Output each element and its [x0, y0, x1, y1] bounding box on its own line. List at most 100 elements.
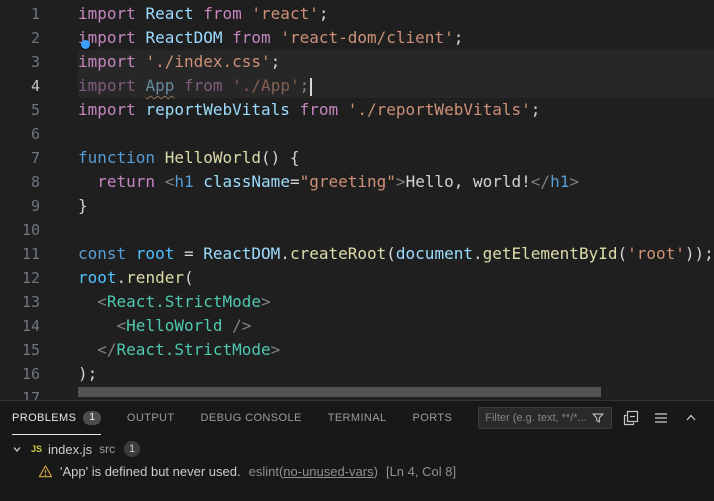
code-token: createRoot: [290, 244, 386, 263]
code-token: Hello, world!: [406, 172, 531, 191]
tab-ports-label: PORTS: [413, 412, 453, 424]
file-problem-count-badge: 1: [124, 441, 140, 457]
code-token: </: [531, 172, 550, 191]
bottom-panel: PROBLEMS 1 OUTPUT DEBUG CONSOLE TERMINAL…: [0, 400, 714, 501]
code-token: ;: [531, 100, 541, 119]
warning-icon: [38, 464, 53, 479]
code-token: React.StrictMode: [117, 340, 271, 359]
filter-icon[interactable]: [589, 409, 607, 427]
code-token: root: [78, 268, 117, 287]
editor-scroll-area: 1234567891011121314151617 import React f…: [0, 0, 714, 400]
tab-output[interactable]: OUTPUT: [127, 401, 175, 435]
code-line[interactable]: <React.StrictMode>: [78, 290, 714, 314]
code-token: >: [396, 172, 406, 191]
line-number: 5: [0, 98, 78, 122]
code-line[interactable]: import App from './App';: [78, 74, 714, 98]
code-line[interactable]: root.render(: [78, 266, 714, 290]
code-token: HelloWorld: [126, 316, 232, 335]
code-token: <: [97, 292, 107, 311]
code-line[interactable]: import React from 'react';: [78, 2, 714, 26]
code-token: import: [78, 52, 145, 71]
code-token: './App': [232, 76, 299, 95]
code-token: >: [271, 340, 281, 359]
horizontal-scrollbar[interactable]: [78, 387, 601, 397]
code-line[interactable]: <HelloWorld />: [78, 314, 714, 338]
code-line[interactable]: import reportWebVitals from './reportWeb…: [78, 98, 714, 122]
maximize-panel-icon[interactable]: [682, 409, 700, 427]
code-line[interactable]: }: [78, 194, 714, 218]
tab-output-label: OUTPUT: [127, 412, 175, 424]
problems-filter-input[interactable]: [485, 412, 589, 424]
problem-source: eslint(no-unused-vars): [249, 464, 378, 479]
code-token: const: [78, 244, 136, 263]
code-token: );: [78, 364, 97, 383]
problem-location: [Ln 4, Col 8]: [386, 464, 456, 479]
text-cursor: [310, 78, 312, 96]
code-editor[interactable]: 1234567891011121314151617 import React f…: [0, 0, 714, 400]
problem-source-prefix: eslint(: [249, 464, 284, 479]
code-line[interactable]: </React.StrictMode>: [78, 338, 714, 362]
code-token: getElementById: [483, 244, 618, 263]
code-token: h1: [174, 172, 193, 191]
code-line[interactable]: import './index.css';: [78, 50, 714, 74]
code-token: import: [78, 76, 145, 95]
code-token: ReactDOM: [145, 28, 232, 47]
tab-problems[interactable]: PROBLEMS 1: [12, 401, 101, 435]
code-token: './reportWebVitals': [348, 100, 531, 119]
line-number: 13: [0, 290, 78, 314]
js-file-icon: JS: [31, 444, 42, 454]
problems-file-group[interactable]: JS index.js src 1: [0, 438, 714, 460]
line-number: 3: [0, 50, 78, 74]
code-token: ReactDOM: [203, 244, 280, 263]
code-token: ));: [685, 244, 714, 263]
code-token: return: [97, 172, 164, 191]
tab-terminal-label: TERMINAL: [328, 412, 387, 424]
code-token: ;: [271, 52, 281, 71]
line-number: 17: [0, 386, 78, 400]
problems-list: JS index.js src 1 'App' is defined but n…: [0, 435, 714, 482]
code-token: import: [78, 100, 145, 119]
tab-debug-console[interactable]: DEBUG CONSOLE: [201, 401, 302, 435]
code-token: ;: [300, 76, 310, 95]
code-token: "greeting": [300, 172, 396, 191]
code-token: ;: [454, 28, 464, 47]
code-token: [174, 76, 184, 95]
code-line[interactable]: function HelloWorld() {: [78, 146, 714, 170]
collapse-all-icon[interactable]: [622, 409, 640, 427]
problems-file-dir: src: [99, 442, 115, 456]
code-token: './index.css': [145, 52, 270, 71]
code-token: ;: [319, 4, 329, 23]
problems-file-name: index.js: [48, 442, 92, 457]
tab-terminal[interactable]: TERMINAL: [328, 401, 387, 435]
line-number: 15: [0, 338, 78, 362]
line-number: 11: [0, 242, 78, 266]
chevron-down-icon[interactable]: [8, 440, 26, 458]
code-token: import: [78, 4, 145, 23]
code-token: reportWebVitals: [145, 100, 299, 119]
problem-item[interactable]: 'App' is defined but never used. eslint(…: [0, 460, 714, 482]
code-token: [78, 316, 117, 335]
code-line[interactable]: [78, 122, 714, 146]
code-line[interactable]: );: [78, 362, 714, 386]
gutter: 1234567891011121314151617: [0, 0, 78, 400]
code-token: 'react': [251, 4, 318, 23]
code-token: React: [145, 4, 203, 23]
code-token: <: [165, 172, 175, 191]
code-line[interactable]: return <h1 className="greeting">Hello, w…: [78, 170, 714, 194]
tab-debug-console-label: DEBUG CONSOLE: [201, 412, 302, 424]
code-line[interactable]: import ReactDOM from 'react-dom/client';: [78, 26, 714, 50]
tab-ports[interactable]: PORTS: [413, 401, 453, 435]
code-line[interactable]: const root = ReactDOM.createRoot(documen…: [78, 242, 714, 266]
rule-link[interactable]: no-unused-vars: [283, 464, 373, 479]
code-token: [78, 340, 97, 359]
code-token: 'react-dom/client': [280, 28, 453, 47]
code-token: >: [261, 292, 271, 311]
code-token: from: [184, 76, 232, 95]
code-token: function: [78, 148, 165, 167]
view-as-table-icon[interactable]: [652, 409, 670, 427]
line-number: 16: [0, 362, 78, 386]
code-token: .: [473, 244, 483, 263]
code-token: (: [617, 244, 627, 263]
code-token: [78, 292, 97, 311]
code-line[interactable]: [78, 218, 714, 242]
